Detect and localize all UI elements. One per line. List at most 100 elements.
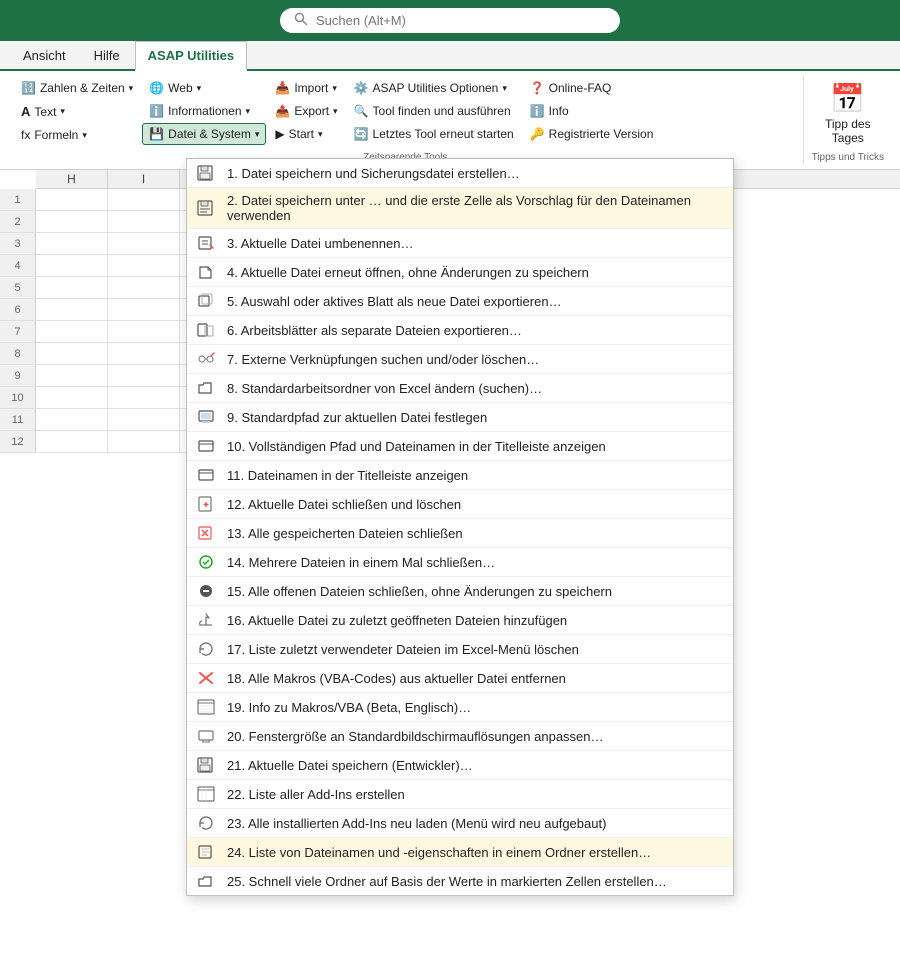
menu-item-21[interactable]: 21. Aktuelle Datei speichern (Entwickler… — [187, 751, 733, 780]
menu-icon-9 — [195, 408, 217, 426]
tipp-btn[interactable]: 📅 Tipp desTages — [814, 77, 882, 150]
tipp-label: Tipp desTages — [825, 117, 871, 145]
tool-finden-btn[interactable]: 🔍 Tool finden und ausführen — [347, 100, 521, 122]
sheet-cell[interactable] — [36, 387, 108, 409]
menu-item-6[interactable]: 6. Arbeitsblätter als separate Dateien e… — [187, 316, 733, 345]
tab-asap-utilities[interactable]: ASAP Utilities — [135, 41, 247, 71]
tool-finden-icon: 🔍 — [354, 104, 369, 118]
menu-item-13[interactable]: 13. Alle gespeicherten Dateien schließen — [187, 519, 733, 548]
formeln-icon: fx — [21, 128, 30, 142]
sheet-cell[interactable] — [36, 431, 108, 453]
text-btn[interactable]: A Text ▾ — [14, 100, 140, 123]
menu-item-14[interactable]: 14. Mehrere Dateien in einem Mal schließ… — [187, 548, 733, 577]
menu-item-20[interactable]: 20. Fenstergröße an Standardbildschirmau… — [187, 722, 733, 751]
menu-icon-1 — [195, 164, 217, 182]
import-btn[interactable]: 📥 Import ▾ — [268, 77, 344, 99]
web-icon: 🌐 — [149, 81, 164, 95]
col-H[interactable]: H — [36, 170, 108, 188]
menu-icon-25 — [195, 872, 217, 890]
menu-icon-19 — [195, 698, 217, 716]
sheet-cell[interactable] — [36, 299, 108, 321]
menu-icon-4 — [195, 263, 217, 281]
sheet-cell[interactable] — [36, 189, 108, 211]
sheet-cell[interactable] — [108, 299, 180, 321]
sheet-cell[interactable] — [108, 189, 180, 211]
menu-icon-15 — [195, 582, 217, 600]
sheet-cell[interactable] — [108, 233, 180, 255]
menu-item-11[interactable]: 11. Dateinamen in der Titelleiste anzeig… — [187, 461, 733, 490]
sheet-cell[interactable] — [108, 255, 180, 277]
menu-item-10[interactable]: 10. Vollständigen Pfad und Dateinamen in… — [187, 432, 733, 461]
dropdown-menu: 1. Datei speichern und Sicherungsdatei e… — [186, 158, 734, 896]
faq-btn[interactable]: ❓ Online-FAQ — [523, 77, 661, 99]
tab-ansicht[interactable]: Ansicht — [10, 41, 79, 69]
sheet-cell[interactable] — [108, 365, 180, 387]
faq-icon: ❓ — [530, 81, 545, 95]
export-btn[interactable]: 📤 Export ▾ — [268, 100, 344, 122]
menu-item-8[interactable]: 8. Standardarbeitsordner von Excel änder… — [187, 374, 733, 403]
menu-icon-8 — [195, 379, 217, 397]
start-icon: ▶ — [275, 127, 284, 141]
zahlen-caret-icon: ▾ — [129, 83, 134, 94]
info-icon: ℹ️ — [149, 104, 164, 118]
sheet-cell[interactable] — [36, 233, 108, 255]
menu-item-3[interactable]: 3. Aktuelle Datei umbenennen… — [187, 229, 733, 258]
menu-item-5[interactable]: 5. Auswahl oder aktives Blatt als neue D… — [187, 287, 733, 316]
sheet-cell[interactable] — [36, 255, 108, 277]
menu-item-17[interactable]: 17. Liste zuletzt verwendeter Dateien im… — [187, 635, 733, 664]
sheet-cell[interactable] — [108, 387, 180, 409]
info-btn[interactable]: ℹ️ Informationen ▾ — [142, 100, 266, 122]
search-input-wrap[interactable] — [280, 8, 620, 33]
menu-text-22: 22. Liste aller Add-Ins erstellen — [227, 787, 721, 802]
menu-icon-12 — [195, 495, 217, 513]
sheet-cell[interactable] — [108, 277, 180, 299]
optionen-btn[interactable]: ⚙️ ASAP Utilities Optionen ▾ — [347, 77, 521, 99]
sheet-cell[interactable] — [36, 365, 108, 387]
menu-icon-13 — [195, 524, 217, 542]
col-I[interactable]: I — [108, 170, 180, 188]
info2-btn[interactable]: ℹ️ Info — [523, 100, 661, 122]
datei-system-btn[interactable]: 💾 Datei & System ▾ — [142, 123, 266, 145]
sheet-cell[interactable] — [108, 409, 180, 431]
menu-item-24[interactable]: 24. Liste von Dateinamen und -eigenschaf… — [187, 838, 733, 867]
sheet-cell[interactable] — [36, 277, 108, 299]
sheet-cell[interactable] — [108, 321, 180, 343]
tab-hilfe[interactable]: Hilfe — [81, 41, 133, 69]
sheet-cell[interactable] — [36, 211, 108, 233]
tipp-group: 📅 Tipp desTages Tipps und Tricks — [804, 75, 892, 165]
sheet-cell[interactable] — [108, 343, 180, 365]
menu-item-19[interactable]: 19. Info zu Makros/VBA (Beta, Englisch)… — [187, 693, 733, 722]
menu-item-7[interactable]: 7. Externe Verknüpfungen suchen und/oder… — [187, 345, 733, 374]
menu-item-18[interactable]: 18. Alle Makros (VBA-Codes) aus aktuelle… — [187, 664, 733, 693]
import-caret-icon: ▾ — [332, 83, 337, 94]
menu-item-25[interactable]: 25. Schnell viele Ordner auf Basis der W… — [187, 867, 733, 895]
menu-text-8: 8. Standardarbeitsordner von Excel änder… — [227, 381, 721, 396]
sheet-cell[interactable] — [36, 321, 108, 343]
search-bar — [0, 0, 900, 41]
menu-item-1[interactable]: 1. Datei speichern und Sicherungsdatei e… — [187, 159, 733, 188]
menu-item-4[interactable]: 4. Aktuelle Datei erneut öffnen, ohne Än… — [187, 258, 733, 287]
menu-item-22[interactable]: 22. Liste aller Add-Ins erstellen — [187, 780, 733, 809]
import-icon: 📥 — [275, 81, 290, 95]
menu-item-2[interactable]: 2. Datei speichern unter … und die erste… — [187, 188, 733, 229]
search-input[interactable] — [316, 13, 606, 28]
zahlen-zeiten-btn[interactable]: 🔢 Zahlen & Zeiten ▾ — [14, 77, 140, 99]
web-btn[interactable]: 🌐 Web ▾ — [142, 77, 266, 99]
sheet-cell[interactable] — [108, 431, 180, 453]
menu-item-15[interactable]: 15. Alle offenen Dateien schließen, ohne… — [187, 577, 733, 606]
menu-item-16[interactable]: 16. Aktuelle Datei zu zuletzt geöffneten… — [187, 606, 733, 635]
menu-text-24: 24. Liste von Dateinamen und -eigenschaf… — [227, 845, 721, 860]
sheet-cell[interactable] — [108, 211, 180, 233]
menu-item-9[interactable]: 9. Standardpfad zur aktuellen Datei fest… — [187, 403, 733, 432]
menu-text-5: 5. Auswahl oder aktives Blatt als neue D… — [227, 294, 721, 309]
sheet-cell[interactable] — [36, 343, 108, 365]
start-btn[interactable]: ▶ Start ▾ — [268, 123, 344, 145]
letztes-tool-btn[interactable]: 🔄 Letztes Tool erneut starten — [347, 123, 521, 145]
formeln-btn[interactable]: fx Formeln ▾ — [14, 124, 140, 146]
menu-item-23[interactable]: 23. Alle installierten Add-Ins neu laden… — [187, 809, 733, 838]
menu-item-12[interactable]: 12. Aktuelle Datei schließen und löschen — [187, 490, 733, 519]
menu-icon-24 — [195, 843, 217, 861]
menu-icon-21 — [195, 756, 217, 774]
reg-btn[interactable]: 🔑 Registrierte Version — [523, 123, 661, 145]
sheet-cell[interactable] — [36, 409, 108, 431]
